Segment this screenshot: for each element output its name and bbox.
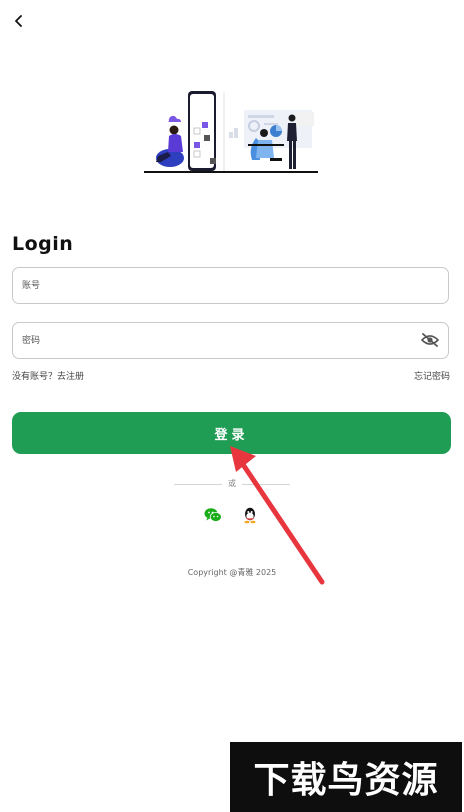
wechat-icon: [204, 507, 222, 527]
or-divider: 或: [174, 478, 290, 490]
or-label: 或: [228, 479, 236, 488]
account-field[interactable]: [12, 267, 449, 304]
password-field[interactable]: [12, 322, 449, 359]
wechat-login-button[interactable]: [204, 508, 222, 526]
watermark: 下载鸟资源: [230, 742, 462, 812]
qq-icon: [243, 507, 257, 528]
login-illustration: [144, 88, 320, 176]
chevron-left-icon: [13, 12, 25, 31]
login-page: Login 没有账号？去注册 忘记密码 登录 或: [0, 0, 464, 812]
watermark-text: 下载鸟资源: [253, 760, 439, 801]
forgot-password-link[interactable]: 忘记密码: [414, 369, 450, 382]
login-button[interactable]: 登录: [12, 412, 451, 454]
copyright-text: Copyright @青雅 2025: [187, 568, 277, 577]
account-input[interactable]: [22, 268, 412, 303]
qq-login-button[interactable]: [241, 507, 259, 528]
page-title: Login: [12, 233, 74, 255]
divider-line-right: [242, 484, 290, 485]
eye-off-icon: [420, 332, 440, 351]
back-button[interactable]: [8, 10, 30, 32]
divider-line-left: [174, 484, 222, 485]
password-input[interactable]: [22, 323, 412, 358]
register-link[interactable]: 没有账号？去注册: [12, 369, 84, 382]
password-visibility-toggle[interactable]: [420, 332, 440, 350]
